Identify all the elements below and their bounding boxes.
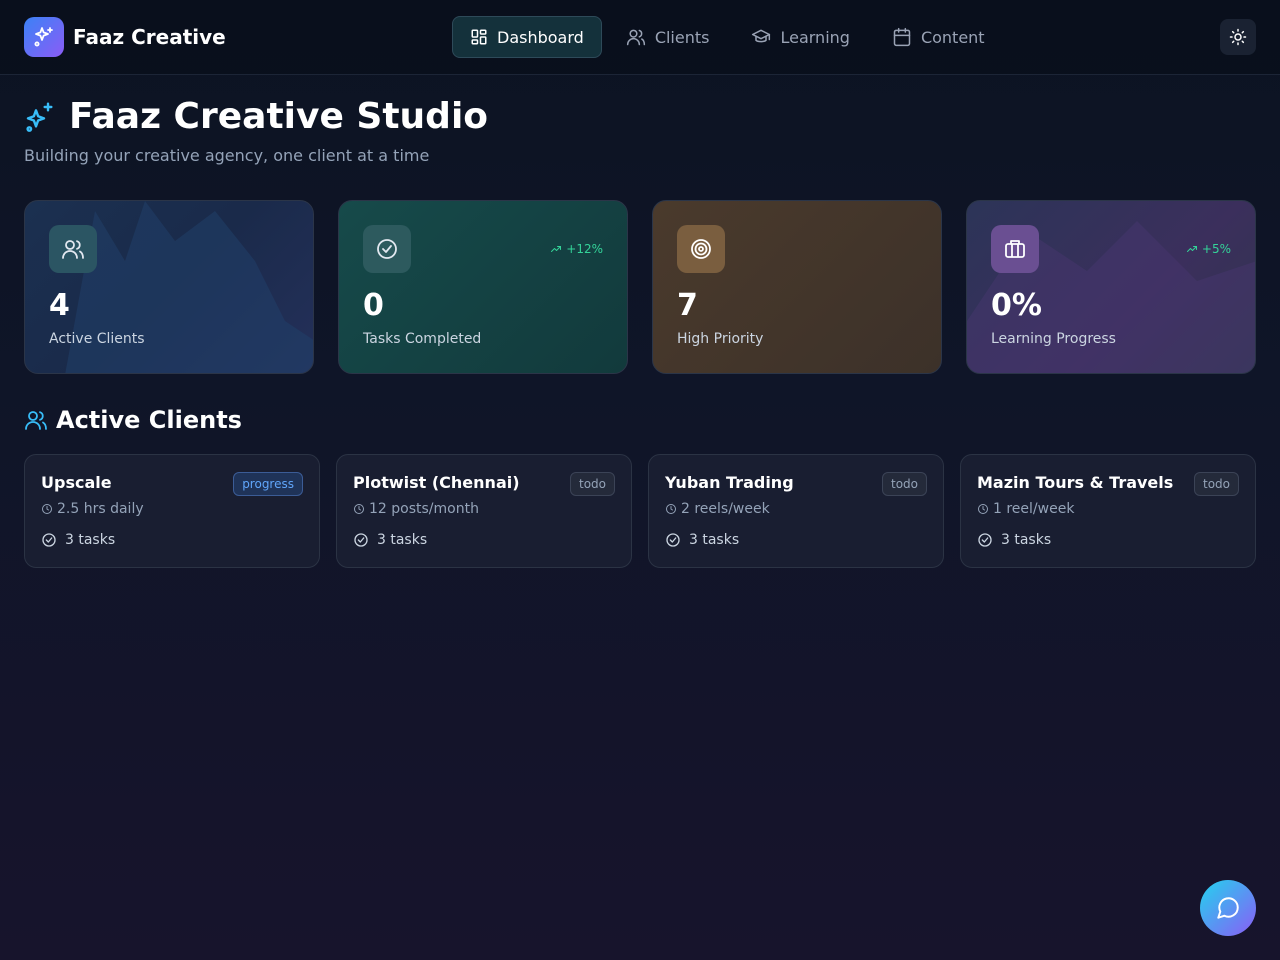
status-badge: todo: [569, 472, 615, 496]
stat-label: High Priority: [677, 331, 764, 347]
client-name: Yuban Trading: [665, 473, 794, 492]
active-clients-header: Active Clients: [24, 406, 242, 434]
trend-badge: +12%: [550, 242, 603, 256]
stat-value: 7: [677, 288, 698, 323]
client-name: Mazin Tours & Travels: [977, 473, 1174, 492]
message-circle-icon: [1217, 897, 1239, 919]
top-navbar: Faaz Creative Dashboard Clients Learning: [0, 0, 1280, 75]
trending-up-icon: [1186, 246, 1197, 252]
nav-item-label: Dashboard: [497, 27, 584, 47]
nav-item-learning[interactable]: Learning: [733, 16, 867, 58]
calendar-icon: [893, 27, 911, 47]
sparkles-icon: [26, 101, 53, 132]
client-frequency: 1 reel/week: [977, 501, 1074, 517]
graduation-cap-icon: [752, 29, 771, 43]
page-subtitle: Building your creative agency, one clien…: [24, 146, 430, 165]
page-header: Faaz Creative Studio: [24, 96, 488, 137]
status-badge: todo: [1193, 472, 1239, 496]
check-circle-icon: [363, 225, 411, 273]
nav-item-label: Learning: [780, 27, 850, 47]
users-icon: [49, 225, 97, 273]
stat-label: Active Clients: [49, 331, 145, 347]
stat-card-learning-progress[interactable]: +5% 0% Learning Progress: [966, 200, 1256, 374]
tasks-text: 3 tasks: [377, 532, 428, 548]
client-name: Plotwist (Chennai): [353, 473, 520, 492]
client-frequency: 12 posts/month: [353, 501, 479, 517]
tasks-text: 3 tasks: [689, 532, 740, 548]
clock-icon: [354, 504, 364, 514]
frequency-text: 2.5 hrs daily: [57, 501, 144, 517]
frequency-text: 1 reel/week: [993, 501, 1075, 517]
layout-grid-icon: [471, 29, 487, 45]
client-task-count: 3 tasks: [353, 532, 427, 548]
check-circle-icon: [666, 533, 680, 547]
tasks-text: 3 tasks: [1001, 532, 1052, 548]
brand-name: Faaz Creative: [73, 25, 226, 49]
tasks-text: 3 tasks: [65, 532, 116, 548]
stat-label: Tasks Completed: [363, 331, 482, 347]
nav-item-content[interactable]: Content: [874, 16, 1003, 58]
client-card-plotwist[interactable]: Plotwist (Chennai) todo 12 posts/month 3…: [336, 454, 632, 568]
client-name: Upscale: [41, 473, 112, 492]
frequency-text: 12 posts/month: [369, 501, 479, 517]
users-icon: [626, 29, 645, 46]
trending-up-icon: [551, 246, 562, 252]
theme-toggle-button[interactable]: [1220, 19, 1256, 55]
clock-icon: [978, 504, 988, 514]
stat-card-active-clients[interactable]: 4 Active Clients: [24, 200, 314, 374]
briefcase-icon: [991, 225, 1039, 273]
sparkles-icon: [24, 17, 64, 57]
nav-item-label: Content: [920, 27, 985, 47]
trend-value: +12%: [566, 242, 603, 256]
brand[interactable]: Faaz Creative: [24, 17, 226, 57]
status-badge: progress: [233, 472, 303, 496]
check-circle-icon: [42, 533, 56, 547]
trend-badge: +5%: [1186, 242, 1231, 256]
chat-button[interactable]: [1200, 880, 1256, 936]
client-frequency: 2 reels/week: [665, 501, 770, 517]
section-title: Active Clients: [56, 406, 242, 434]
check-circle-icon: [354, 533, 368, 547]
client-task-count: 3 tasks: [665, 532, 739, 548]
client-card-yuban-trading[interactable]: Yuban Trading todo 2 reels/week 3 tasks: [648, 454, 944, 568]
client-card-mazin-tours[interactable]: Mazin Tours & Travels todo 1 reel/week 3…: [960, 454, 1256, 568]
client-task-count: 3 tasks: [41, 532, 115, 548]
stat-value: 0: [363, 288, 384, 323]
client-frequency: 2.5 hrs daily: [41, 501, 144, 517]
target-icon: [677, 225, 725, 273]
page-title: Faaz Creative Studio: [69, 96, 489, 137]
stat-value: 4: [49, 288, 70, 323]
nav-item-clients[interactable]: Clients: [608, 16, 728, 58]
nav-item-dashboard[interactable]: Dashboard: [452, 16, 602, 58]
sun-icon: [1229, 28, 1247, 46]
client-card-upscale[interactable]: Upscale progress 2.5 hrs daily 3 tasks: [24, 454, 320, 568]
stat-card-tasks-completed[interactable]: +12% 0 Tasks Completed: [338, 200, 628, 374]
stat-value: 0%: [991, 288, 1042, 323]
stat-card-high-priority[interactable]: 7 High Priority: [652, 200, 942, 374]
nav-item-label: Clients: [654, 27, 710, 47]
clock-icon: [42, 504, 52, 514]
clock-icon: [666, 504, 676, 514]
status-badge: todo: [881, 472, 927, 496]
frequency-text: 2 reels/week: [681, 501, 770, 517]
stat-label: Learning Progress: [991, 331, 1116, 347]
client-task-count: 3 tasks: [977, 532, 1051, 548]
users-icon: [25, 411, 47, 430]
trend-value: +5%: [1201, 242, 1231, 256]
check-circle-icon: [978, 533, 992, 547]
main-nav: Dashboard Clients Learning Content: [452, 16, 1009, 58]
